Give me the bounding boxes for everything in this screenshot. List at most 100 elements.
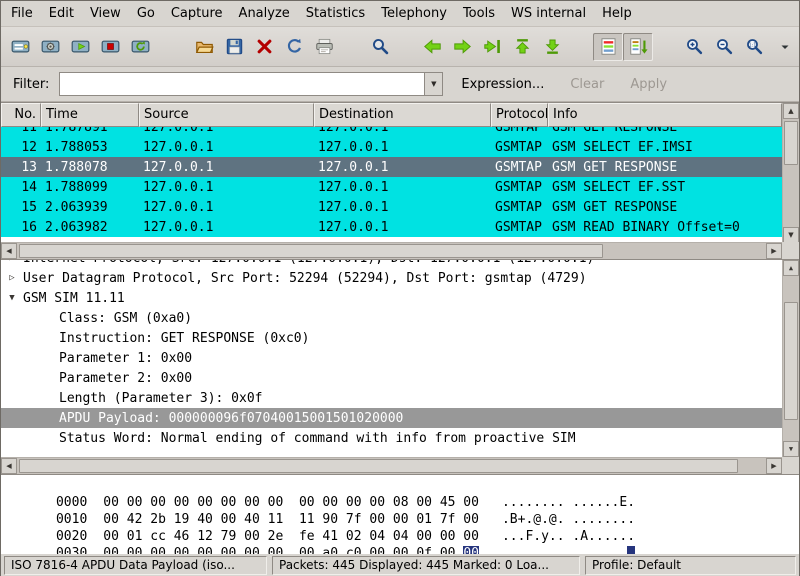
scroll-down-button[interactable]: ▼ bbox=[783, 227, 799, 243]
packet-list-pane: No. Time Source Destination Protocol Inf… bbox=[1, 102, 799, 259]
go-to-packet-icon bbox=[483, 37, 502, 56]
menu-file[interactable]: File bbox=[3, 2, 41, 25]
go-to-top-icon bbox=[513, 37, 532, 56]
scroll-down-button[interactable]: ▼ bbox=[783, 441, 799, 457]
packet-row[interactable]: 152.063939127.0.0.1127.0.0.1GSMTAPGSM GE… bbox=[1, 197, 782, 217]
menu-ws-internal[interactable]: WS internal bbox=[503, 2, 594, 25]
scrollbar-trough[interactable] bbox=[17, 458, 766, 474]
go-back-button[interactable] bbox=[417, 33, 447, 61]
packet-details-pane: ▷Internet Protocol, Src: 127.0.0.1 (127.… bbox=[1, 259, 799, 457]
expander-icon[interactable]: ▼ bbox=[5, 293, 19, 303]
menu-analyze[interactable]: Analyze bbox=[231, 2, 298, 25]
detail-line-udp[interactable]: ▷User Datagram Protocol, Src Port: 52294… bbox=[1, 268, 782, 288]
menu-tools[interactable]: Tools bbox=[455, 2, 503, 25]
expander-icon[interactable]: ▷ bbox=[5, 260, 19, 263]
file-open-button[interactable] bbox=[189, 33, 219, 61]
go-to-packet-button[interactable] bbox=[477, 33, 507, 61]
go-forward-icon bbox=[453, 37, 472, 56]
hex-dump-pane: 000000 00 00 00 00 00 00 00 00 00 00 00 … bbox=[1, 474, 799, 554]
scroll-up-button[interactable]: ▲ bbox=[783, 260, 799, 276]
column-header-info[interactable]: Info bbox=[548, 103, 782, 127]
capture-stop-icon bbox=[101, 37, 120, 56]
scroll-left-button[interactable]: ◀ bbox=[1, 458, 17, 474]
expander-icon[interactable]: ▷ bbox=[5, 273, 19, 283]
detail-line-parameter-2[interactable]: Parameter 2: 0x00 bbox=[1, 368, 782, 388]
go-to-top-button[interactable] bbox=[507, 33, 537, 61]
packet-row[interactable]: 162.063982127.0.0.1127.0.0.1GSMTAPGSM RE… bbox=[1, 217, 782, 237]
scrollbar-trough[interactable] bbox=[783, 119, 799, 227]
scrollbar-trough[interactable] bbox=[783, 276, 799, 441]
packet-row[interactable]: 121.788053127.0.0.1127.0.0.1GSMTAPGSM SE… bbox=[1, 137, 782, 157]
auto-scroll-button[interactable] bbox=[623, 33, 653, 61]
status-packets-info: Packets: 445 Displayed: 445 Marked: 0 Lo… bbox=[272, 556, 580, 575]
detail-line-instruction[interactable]: Instruction: GET RESPONSE (0xc0) bbox=[1, 328, 782, 348]
capture-options-icon bbox=[41, 37, 60, 56]
detail-line-internet-protocol[interactable]: ▷Internet Protocol, Src: 127.0.0.1 (127.… bbox=[1, 260, 782, 268]
menu-statistics[interactable]: Statistics bbox=[298, 2, 373, 25]
scrollbar-thumb[interactable] bbox=[19, 459, 738, 473]
column-header-destination[interactable]: Destination bbox=[314, 103, 491, 127]
menu-telephony[interactable]: Telephony bbox=[373, 2, 455, 25]
file-save-button[interactable] bbox=[219, 33, 249, 61]
packet-row-selected[interactable]: 131.788078127.0.0.1127.0.0.1GSMTAPGSM GE… bbox=[1, 157, 782, 177]
file-close-button[interactable] bbox=[249, 33, 279, 61]
capture-start-button[interactable] bbox=[65, 33, 95, 61]
file-close-icon bbox=[255, 37, 274, 56]
expression-button[interactable]: Expression... bbox=[453, 73, 552, 96]
zoom-100-icon: 1:1 bbox=[745, 37, 764, 56]
column-header-protocol[interactable]: Protocol bbox=[491, 103, 548, 127]
go-forward-button[interactable] bbox=[447, 33, 477, 61]
zoom-out-icon bbox=[715, 37, 734, 56]
detail-line-parameter-1[interactable]: Parameter 1: 0x00 bbox=[1, 348, 782, 368]
capture-options-button[interactable] bbox=[35, 33, 65, 61]
scroll-right-button[interactable]: ▶ bbox=[766, 458, 782, 474]
menu-help[interactable]: Help bbox=[594, 2, 640, 25]
menu-view[interactable]: View bbox=[82, 2, 129, 25]
packet-row[interactable]: 141.788099127.0.0.1127.0.0.1GSMTAPGSM SE… bbox=[1, 177, 782, 197]
filter-input[interactable] bbox=[59, 72, 425, 96]
hex-row[interactable]: 000000 00 00 00 00 00 00 00 00 00 00 00 … bbox=[9, 480, 799, 497]
capture-interfaces-button[interactable] bbox=[5, 33, 35, 61]
clear-button[interactable]: Clear bbox=[562, 73, 612, 96]
capture-restart-button[interactable] bbox=[125, 33, 155, 61]
zoom-100-button[interactable]: 1:1 bbox=[739, 33, 769, 61]
detail-line-length[interactable]: Length (Parameter 3): 0x0f bbox=[1, 388, 782, 408]
colorize-packet-list-button[interactable] bbox=[593, 33, 623, 61]
detail-line-status-word[interactable]: Status Word: Normal ending of command wi… bbox=[1, 428, 782, 448]
packet-rows: 111.787891127.0.0.1127.0.0.1GSMTAPGSM GE… bbox=[1, 127, 782, 243]
reload-button[interactable] bbox=[279, 33, 309, 61]
column-header-source[interactable]: Source bbox=[139, 103, 314, 127]
find-packet-button[interactable] bbox=[365, 33, 395, 61]
column-header-time[interactable]: Time bbox=[41, 103, 139, 127]
packet-row[interactable]: 111.787891127.0.0.1127.0.0.1GSMTAPGSM GE… bbox=[1, 127, 782, 137]
scrollbar-corner bbox=[782, 242, 799, 259]
capture-stop-button[interactable] bbox=[95, 33, 125, 61]
filter-label-button[interactable]: Filter: bbox=[7, 74, 55, 95]
scroll-left-button[interactable]: ◀ bbox=[1, 243, 17, 259]
scroll-right-button[interactable]: ▶ bbox=[766, 243, 782, 259]
zoom-out-button[interactable] bbox=[709, 33, 739, 61]
scrollbar-thumb[interactable] bbox=[784, 302, 798, 420]
zoom-in-button[interactable] bbox=[679, 33, 709, 61]
status-profile[interactable]: Profile: Default bbox=[585, 556, 796, 575]
menu-capture[interactable]: Capture bbox=[163, 2, 231, 25]
menu-edit[interactable]: Edit bbox=[41, 2, 82, 25]
print-button[interactable] bbox=[309, 33, 339, 61]
detail-line-gsm-sim[interactable]: ▼GSM SIM 11.11 bbox=[1, 288, 782, 308]
scrollbar-thumb[interactable] bbox=[784, 121, 798, 165]
column-header-no[interactable]: No. bbox=[1, 103, 41, 127]
go-to-bottom-button[interactable] bbox=[537, 33, 567, 61]
auto-scroll-icon bbox=[629, 37, 648, 56]
detail-line-apdu-payload[interactable]: APDU Payload: 000000096f0704001500150102… bbox=[1, 408, 782, 428]
colorize-icon bbox=[599, 37, 618, 56]
zoom-in-icon bbox=[685, 37, 704, 56]
detail-line-class[interactable]: Class: GSM (0xa0) bbox=[1, 308, 782, 328]
menu-go[interactable]: Go bbox=[129, 2, 163, 25]
toolbar-overflow-button[interactable] bbox=[775, 33, 795, 61]
hex-offset: 0020 bbox=[56, 529, 87, 544]
filter-dropdown-button[interactable]: ▼ bbox=[425, 72, 443, 96]
scrollbar-thumb[interactable] bbox=[19, 244, 603, 258]
scroll-up-button[interactable]: ▲ bbox=[783, 103, 799, 119]
scrollbar-trough[interactable] bbox=[17, 243, 766, 259]
apply-button[interactable]: Apply bbox=[622, 73, 675, 96]
